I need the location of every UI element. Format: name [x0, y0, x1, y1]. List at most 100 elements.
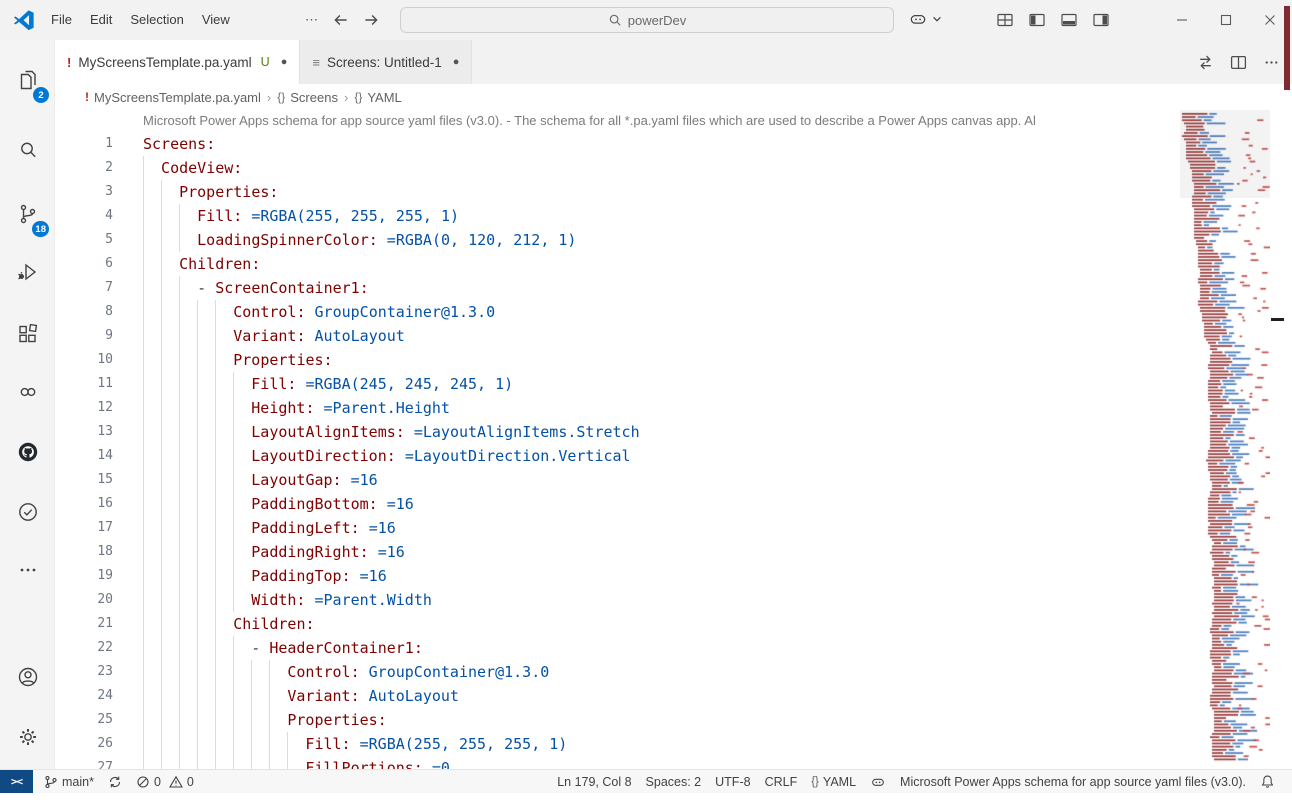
editor-content: Microsoft Power Apps schema for app sour…: [55, 110, 1292, 769]
sync-icon: [108, 775, 122, 789]
search-query: powerDev: [628, 13, 687, 28]
code-line-6[interactable]: Children:: [143, 252, 1292, 276]
title-bar: FileEditSelectionView ⋯ powerDev: [0, 0, 1292, 40]
code-line-4[interactable]: Fill: =RGBA(255, 255, 255, 1): [143, 204, 1292, 228]
forward-arrow-icon[interactable]: [362, 11, 380, 29]
menu-edit[interactable]: Edit: [81, 7, 121, 33]
code-line-17[interactable]: PaddingLeft: =16: [143, 516, 1292, 540]
code-line-22[interactable]: - HeaderContainer1:: [143, 636, 1292, 660]
tab-label: MyScreensTemplate.pa.yaml: [78, 55, 251, 70]
sidebar-item-github[interactable]: [0, 430, 55, 474]
menu-view[interactable]: View: [193, 7, 239, 33]
code-line-1[interactable]: Screens:: [143, 132, 1292, 156]
breadcrumb-label: Screens: [290, 90, 338, 105]
toggle-panel-icon[interactable]: [1060, 11, 1078, 29]
line-number: 22: [55, 636, 143, 660]
breadcrumb-item[interactable]: {}Screens: [277, 90, 338, 105]
code-line-25[interactable]: Properties:: [143, 708, 1292, 732]
code-line-14[interactable]: LayoutDirection: =LayoutDirection.Vertic…: [143, 444, 1292, 468]
code-line-3[interactable]: Properties:: [143, 180, 1292, 204]
code-line-18[interactable]: PaddingRight: =16: [143, 540, 1292, 564]
more-views-button[interactable]: [0, 548, 55, 592]
minimize-button[interactable]: [1160, 0, 1204, 40]
breadcrumb-item[interactable]: !MyScreensTemplate.pa.yaml: [85, 90, 261, 105]
problems-status[interactable]: 0 0: [129, 770, 201, 793]
menu-overflow[interactable]: ⋯: [296, 7, 327, 33]
warning-count: 0: [187, 775, 194, 789]
compare-changes-icon[interactable]: [1197, 54, 1214, 71]
code-line-27[interactable]: FillPortions: =0: [143, 756, 1292, 769]
remote-indicator[interactable]: ><: [0, 770, 33, 793]
back-arrow-icon[interactable]: [332, 11, 350, 29]
code-line-13[interactable]: LayoutAlignItems: =LayoutAlignItems.Stre…: [143, 420, 1292, 444]
code-area[interactable]: Screens:CodeView:Properties:Fill: =RGBA(…: [143, 132, 1292, 769]
minimap-slider[interactable]: [1180, 110, 1270, 198]
eol-status[interactable]: CRLF: [758, 775, 805, 789]
line-number: 26: [55, 732, 143, 756]
sidebar-item-approvals[interactable]: [0, 490, 55, 534]
code-line-15[interactable]: LayoutGap: =16: [143, 468, 1292, 492]
cursor-position[interactable]: Ln 179, Col 8: [550, 775, 638, 789]
copilot-icon[interactable]: [908, 9, 928, 29]
sidebar-item-source-control[interactable]: 18: [0, 192, 55, 236]
toggle-secondary-sidebar-icon[interactable]: [1092, 11, 1110, 29]
code-line-23[interactable]: Control: GroupContainer@1.3.0: [143, 660, 1292, 684]
code-line-19[interactable]: PaddingTop: =16: [143, 564, 1292, 588]
editor-actions: [1197, 40, 1280, 84]
code-line-2[interactable]: CodeView:: [143, 156, 1292, 180]
code-line-9[interactable]: Variant: AutoLayout: [143, 324, 1292, 348]
breadcrumb-item[interactable]: {}YAML: [354, 90, 401, 105]
menu-file[interactable]: File: [42, 7, 81, 33]
menu-selection[interactable]: Selection: [121, 7, 192, 33]
code-line-12[interactable]: Height: =Parent.Height: [143, 396, 1292, 420]
sidebar-item-run-debug[interactable]: [0, 250, 55, 294]
maximize-button[interactable]: [1204, 0, 1248, 40]
language-mode[interactable]: {} YAML: [804, 775, 863, 789]
chevron-down-icon[interactable]: [931, 13, 943, 25]
indentation-status[interactable]: Spaces: 2: [639, 775, 709, 789]
yaml-schema-status[interactable]: Microsoft Power Apps schema for app sour…: [893, 775, 1253, 789]
customize-layout-icon[interactable]: [996, 11, 1014, 29]
code-line-11[interactable]: Fill: =RGBA(245, 245, 245, 1): [143, 372, 1292, 396]
sidebar-item-power-platform[interactable]: [0, 370, 55, 414]
ellipsis-icon: [16, 558, 40, 582]
notifications-bell[interactable]: [1253, 774, 1282, 789]
warning-icon: [169, 775, 183, 789]
source-control-badge: 18: [32, 221, 49, 237]
code-line-24[interactable]: Variant: AutoLayout: [143, 684, 1292, 708]
toggle-primary-sidebar-icon[interactable]: [1028, 11, 1046, 29]
encoding-status[interactable]: UTF-8: [708, 775, 757, 789]
code-line-21[interactable]: Children:: [143, 612, 1292, 636]
breadcrumb-separator: ›: [267, 90, 271, 105]
dirty-indicator[interactable]: ●: [453, 56, 460, 68]
account-button[interactable]: [0, 655, 55, 699]
more-actions-icon[interactable]: [1263, 54, 1280, 71]
sidebar-item-explorer[interactable]: 2: [0, 58, 55, 102]
line-number: 11: [55, 372, 143, 396]
branch-status[interactable]: main*: [37, 770, 101, 793]
sync-button[interactable]: [101, 770, 129, 793]
code-line-5[interactable]: LoadingSpinnerColor: =RGBA(0, 120, 212, …: [143, 228, 1292, 252]
github-icon: [16, 440, 40, 464]
split-editor-icon[interactable]: [1230, 54, 1247, 71]
code-line-7[interactable]: - ScreenContainer1:: [143, 276, 1292, 300]
code-line-8[interactable]: Control: GroupContainer@1.3.0: [143, 300, 1292, 324]
editor-tab-1[interactable]: !MyScreensTemplate.pa.yamlU●: [55, 40, 300, 84]
account-icon: [16, 665, 40, 689]
vscode-logo: [13, 9, 35, 31]
sidebar-item-extensions[interactable]: [0, 312, 55, 356]
line-number: 12: [55, 396, 143, 420]
code-line-10[interactable]: Properties:: [143, 348, 1292, 372]
dirty-indicator[interactable]: ●: [281, 56, 288, 68]
settings-button[interactable]: [0, 715, 55, 759]
minimap[interactable]: [1180, 110, 1270, 762]
code-line-20[interactable]: Width: =Parent.Width: [143, 588, 1292, 612]
editor-tab-2[interactable]: ≡Screens: Untitled-1●: [300, 40, 472, 84]
status-bar: >< main* 0 0 Ln 179, Col 8 Spaces: 2 UTF…: [0, 769, 1292, 793]
code-line-16[interactable]: PaddingBottom: =16: [143, 492, 1292, 516]
sidebar-item-search[interactable]: [0, 128, 55, 172]
command-center-search[interactable]: powerDev: [400, 7, 894, 33]
copilot-status[interactable]: [863, 774, 893, 790]
scrollbar[interactable]: [1270, 110, 1292, 769]
code-line-26[interactable]: Fill: =RGBA(255, 255, 255, 1): [143, 732, 1292, 756]
